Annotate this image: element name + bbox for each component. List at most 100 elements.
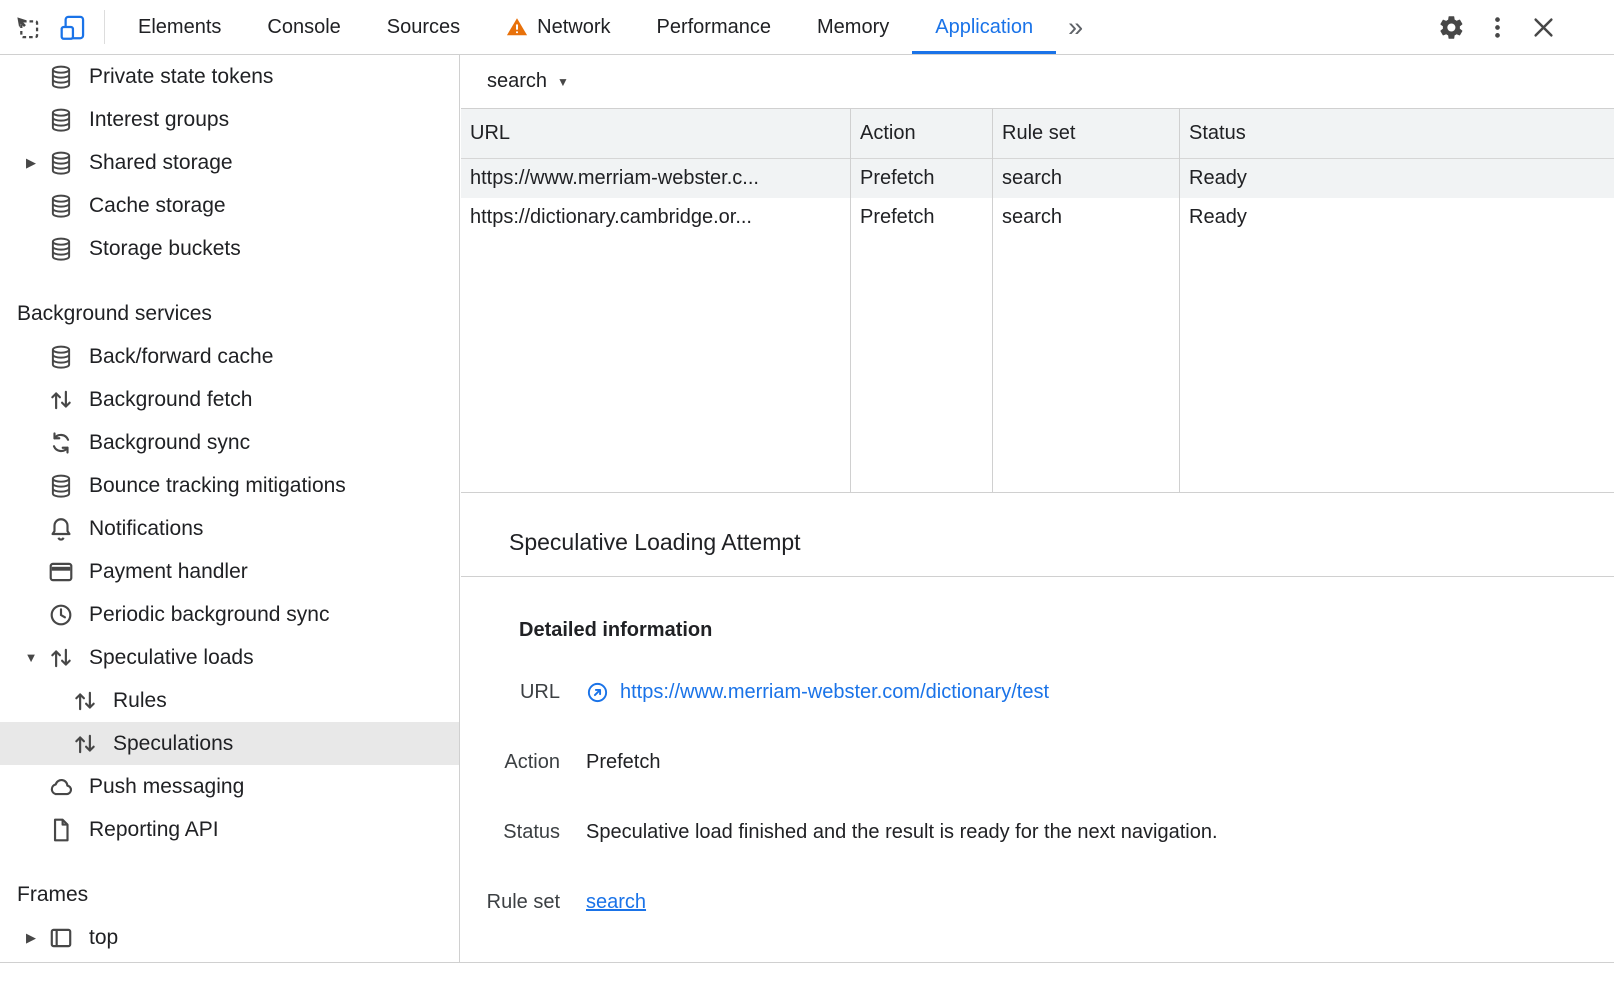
- device-toolbar-button[interactable]: [54, 8, 92, 46]
- frame-icon: [48, 925, 74, 951]
- tree-expanded-icon[interactable]: ▼: [14, 650, 48, 665]
- devtools-toolbar: Elements ConsoleSourcesNetwork Performance…: [0, 0, 1614, 55]
- sidebar-item-push-messaging[interactable]: Push messaging: [0, 765, 459, 808]
- tab-performance[interactable]: Performance: [634, 0, 795, 54]
- sidebar-item-label: Back/forward cache: [89, 345, 273, 369]
- detail-url-link[interactable]: https://www.merriam-webster.com/dictiona…: [620, 681, 1049, 704]
- chevron-down-icon: ▼: [557, 75, 569, 89]
- tab-console[interactable]: Console: [244, 0, 363, 54]
- table-cell-action-row-0[interactable]: Prefetch: [851, 159, 992, 198]
- menu-button[interactable]: [1478, 8, 1516, 46]
- sidebar-item-reporting-api[interactable]: Reporting API: [0, 808, 459, 851]
- sidebar-item-label: Periodic background sync: [89, 603, 329, 627]
- sidebar-item-label: Background fetch: [89, 388, 252, 412]
- detail-value: https://www.merriam-webster.com/dictiona…: [586, 681, 1049, 704]
- sidebar-item-speculative-loads[interactable]: ▼Speculative loads: [0, 636, 459, 679]
- tree-collapsed-icon[interactable]: ▶: [14, 155, 48, 171]
- speculations-toolbar: search ▼: [461, 55, 1614, 108]
- tab-elements[interactable]: Elements: [115, 0, 244, 54]
- sidebar-item-label: Speculations: [113, 732, 233, 756]
- detail-value: Prefetch: [586, 751, 660, 774]
- kebab-menu-icon: [1484, 14, 1511, 41]
- open-link-icon[interactable]: [586, 681, 609, 704]
- sidebar-section-frames: Frames: [0, 873, 459, 916]
- gear-icon: [1438, 14, 1465, 41]
- sidebar-tree: Private state tokens Interest groups▶Shar…: [0, 55, 459, 959]
- column-header-action[interactable]: Action: [851, 109, 992, 159]
- sidebar-item-top[interactable]: ▶top: [0, 916, 459, 959]
- database-icon: [48, 150, 74, 176]
- sidebar-section-background-services: Background services: [0, 292, 459, 335]
- sidebar-item-back-forward-cache[interactable]: Back/forward cache: [0, 335, 459, 378]
- table-cell-url-row-0[interactable]: https://www.merriam-webster.c...: [461, 159, 850, 198]
- tree-collapsed-icon[interactable]: ▶: [14, 930, 48, 946]
- sidebar-item-private-state-tokens[interactable]: Private state tokens: [0, 55, 459, 98]
- sidebar-item-cache-storage[interactable]: Cache storage: [0, 184, 459, 227]
- sidebar-item-label: Notifications: [89, 517, 203, 541]
- sidebar-item-label: Reporting API: [89, 818, 219, 842]
- document-icon: [48, 817, 74, 843]
- sidebar-item-storage-buckets[interactable]: Storage buckets: [0, 227, 459, 270]
- sidebar-item-background-sync[interactable]: Background sync: [0, 421, 459, 464]
- sidebar-item-notifications[interactable]: Notifications: [0, 507, 459, 550]
- detail-row-rule-set: Rule set search: [461, 888, 1614, 916]
- database-icon: [48, 107, 74, 133]
- arrows-up-down-icon: [72, 688, 98, 714]
- table-cell-rule-set-row-1[interactable]: search: [993, 198, 1179, 237]
- tab-label: Memory: [817, 16, 889, 39]
- tab-label: Elements: [138, 16, 221, 39]
- device-toolbar-icon: [60, 14, 87, 41]
- sidebar-item-speculations[interactable]: Speculations: [0, 722, 459, 765]
- sidebar-item-background-fetch[interactable]: Background fetch: [0, 378, 459, 421]
- detail-row-action: ActionPrefetch: [461, 748, 1614, 776]
- table-column-url: URLhttps://www.merriam-webster.c...https…: [461, 109, 851, 492]
- column-header-status[interactable]: Status: [1180, 109, 1614, 159]
- bell-icon: [48, 516, 74, 542]
- warning-icon: [506, 16, 528, 38]
- tab-sources[interactable]: Sources: [364, 0, 483, 54]
- attempt-section-header: Speculative Loading Attempt: [461, 509, 1614, 577]
- tab-application[interactable]: Application: [912, 0, 1056, 54]
- cloud-icon: [48, 774, 74, 800]
- sidebar-item-label: Cache storage: [89, 194, 226, 218]
- tab-network[interactable]: Network: [483, 0, 633, 54]
- sidebar-item-label: Private state tokens: [89, 65, 273, 89]
- sidebar-item-payment-handler[interactable]: Payment handler: [0, 550, 459, 593]
- sidebar-item-interest-groups[interactable]: Interest groups: [0, 98, 459, 141]
- table-cell-status-row-0[interactable]: Ready: [1180, 159, 1614, 198]
- close-devtools-button[interactable]: [1524, 8, 1562, 46]
- table-cell-status-row-1[interactable]: Ready: [1180, 198, 1614, 237]
- inspect-element-button[interactable]: [8, 8, 46, 46]
- column-header-rule-set[interactable]: Rule set: [993, 109, 1179, 159]
- toolbar-divider: [104, 10, 105, 44]
- table-cell-action-row-1[interactable]: Prefetch: [851, 198, 992, 237]
- detail-value: Speculative load finished and the result…: [586, 821, 1218, 844]
- sidebar-item-label: Push messaging: [89, 775, 244, 799]
- sidebar-item-label: Storage buckets: [89, 237, 241, 261]
- attempt-section-title: Speculative Loading Attempt: [509, 529, 801, 556]
- payment-card-icon: [48, 559, 74, 585]
- column-header-url[interactable]: URL: [461, 109, 850, 159]
- rule-set-link[interactable]: search: [586, 891, 646, 914]
- inspect-icon: [14, 14, 41, 41]
- tab-label: Application: [935, 16, 1033, 39]
- clock-icon: [48, 602, 74, 628]
- sidebar-item-rules[interactable]: Rules: [0, 679, 459, 722]
- table-cell-rule-set-row-0[interactable]: search: [993, 159, 1179, 198]
- tab-label: Performance: [657, 16, 772, 39]
- application-sidebar: Private state tokens Interest groups▶Shar…: [0, 55, 460, 962]
- more-tabs-button[interactable]: »: [1056, 14, 1095, 41]
- table-column-rule-set: Rule setsearchsearch: [993, 109, 1180, 492]
- sidebar-item-label: Rules: [113, 689, 167, 713]
- rule-set-filter-dropdown[interactable]: search ▼: [487, 70, 569, 93]
- detail-label: Rule set: [461, 891, 560, 914]
- sidebar-item-periodic-background-sync[interactable]: Periodic background sync: [0, 593, 459, 636]
- settings-button[interactable]: [1432, 8, 1470, 46]
- sidebar-item-shared-storage[interactable]: ▶Shared storage: [0, 141, 459, 184]
- tab-memory[interactable]: Memory: [794, 0, 912, 54]
- table-cell-url-row-1[interactable]: https://dictionary.cambridge.or...: [461, 198, 850, 237]
- database-icon: [48, 64, 74, 90]
- sidebar-item-bounce-tracking-mitigations[interactable]: Bounce tracking mitigations: [0, 464, 459, 507]
- rule-set-filter-label: search: [487, 70, 547, 93]
- speculations-panel: search ▼ URLhttps://www.merriam-webster.…: [461, 55, 1614, 962]
